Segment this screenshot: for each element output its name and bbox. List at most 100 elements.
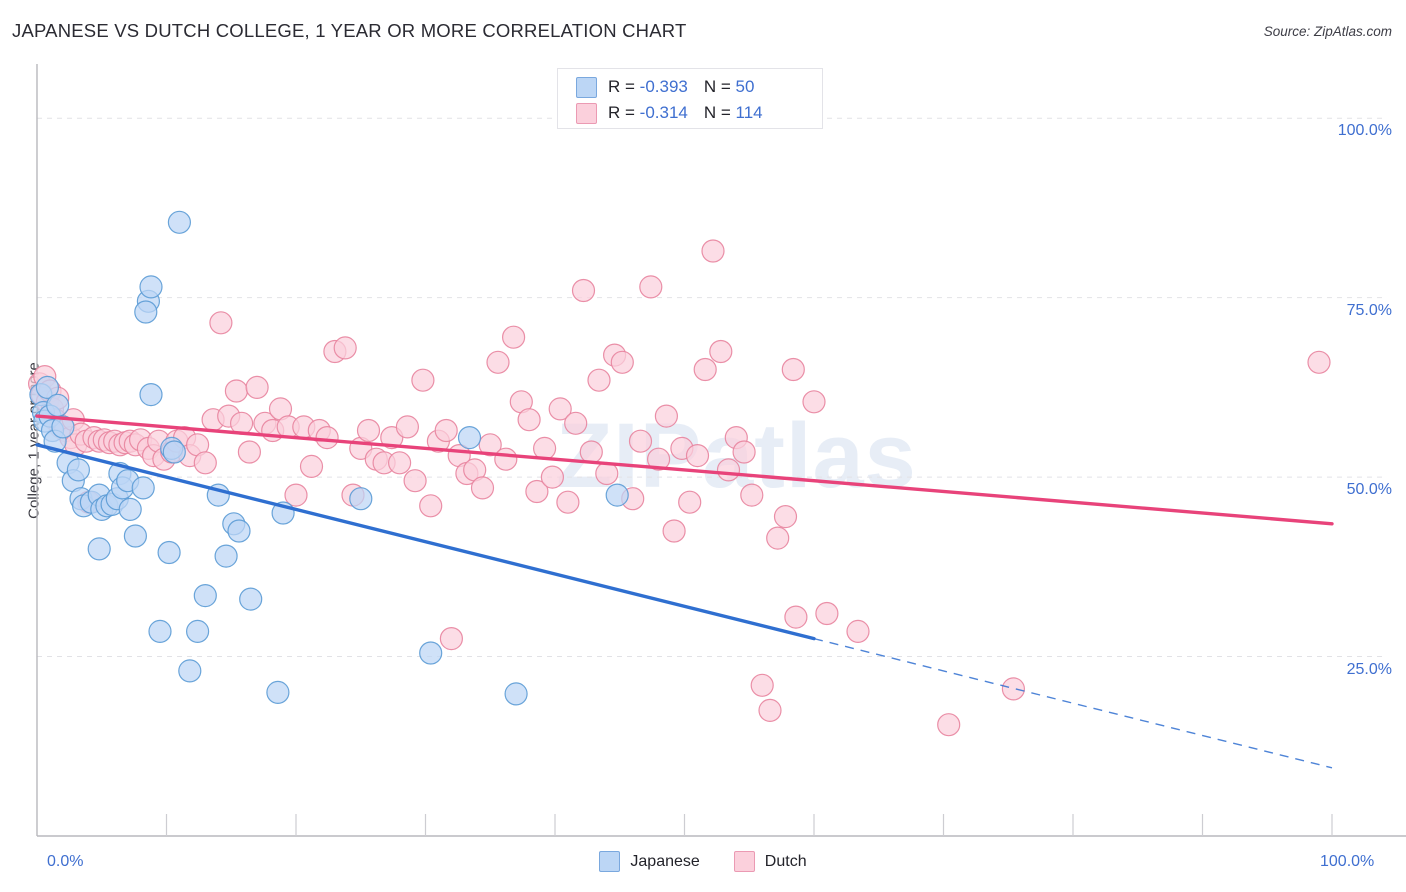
legend-label-japanese: Japanese: [630, 852, 700, 870]
data-point: [486, 350, 510, 374]
data-point: [571, 278, 596, 303]
data-point: [239, 587, 263, 611]
data-point: [157, 540, 181, 565]
stats-row-dutch: R = -0.314 N = 114: [558, 100, 822, 126]
data-point: [395, 415, 419, 439]
y-tick-label: 25.0%: [1346, 660, 1392, 678]
data-point: [87, 537, 111, 561]
plot-area: [27, 64, 1406, 837]
data-point: [937, 713, 961, 737]
data-point: [685, 444, 710, 468]
data-point: [716, 458, 741, 482]
data-point: [419, 494, 443, 518]
data-point: [193, 583, 217, 608]
data-point: [388, 451, 412, 475]
stat-text-japanese: R = -0.393 N = 50: [608, 77, 754, 97]
data-point: [224, 379, 248, 403]
data-point: [587, 368, 611, 392]
data-point: [403, 469, 427, 493]
data-point: [46, 393, 70, 417]
legend-swatch-dutch: [733, 851, 755, 872]
data-point: [193, 451, 217, 475]
trendline-japanese: [35, 443, 816, 641]
correlation-chart: JAPANESE VS DUTCH COLLEGE, 1 YEAR OR MOR…: [0, 0, 1406, 892]
data-point: [678, 490, 702, 514]
n-label-japanese: N =: [703, 77, 736, 96]
data-point: [504, 682, 528, 706]
data-point: [457, 426, 482, 450]
data-point: [605, 483, 629, 507]
data-point: [639, 275, 663, 299]
stat-text-dutch: R = -0.314 N = 114: [608, 103, 763, 123]
legend-entry-japanese[interactable]: Japanese: [599, 851, 700, 872]
data-point: [162, 440, 186, 464]
y-tick-label: 75.0%: [1346, 301, 1392, 319]
data-point: [411, 368, 435, 392]
data-point: [556, 490, 580, 514]
data-point: [66, 458, 91, 482]
data-point: [139, 383, 163, 407]
data-point: [654, 404, 679, 428]
data-point: [186, 619, 210, 644]
data-point: [701, 239, 725, 263]
data-point: [1307, 350, 1331, 374]
data-point: [227, 519, 251, 543]
data-point: [579, 440, 603, 464]
data-point: [802, 390, 826, 414]
data-point: [773, 504, 798, 529]
data-point: [662, 519, 686, 543]
trendline-japanese-extrapolated: [813, 637, 1333, 769]
data-point: [610, 350, 634, 374]
data-point: [434, 418, 458, 443]
series-legend: Japanese Dutch: [0, 851, 1406, 872]
data-point: [564, 411, 588, 435]
data-point: [470, 476, 495, 500]
data-point: [118, 497, 142, 521]
stats-row-japanese: R = -0.393 N = 50: [558, 74, 822, 100]
data-point: [123, 524, 147, 548]
data-point: [266, 680, 290, 705]
data-point: [419, 641, 443, 665]
data-point: [781, 357, 805, 382]
correlation-stats-box: R = -0.393 N = 50 R = -0.314 N = 114: [557, 68, 823, 129]
data-point: [693, 357, 717, 382]
legend-entry-dutch[interactable]: Dutch: [733, 851, 807, 872]
data-point: [494, 447, 518, 471]
data-point: [517, 408, 541, 432]
n-value-dutch: 114: [735, 103, 763, 122]
data-point: [846, 619, 870, 644]
data-point: [245, 375, 269, 399]
data-point: [131, 476, 155, 500]
legend-swatch-japanese: [599, 851, 621, 872]
data-point: [628, 429, 653, 453]
r-label-japanese: R =: [608, 77, 640, 96]
data-point: [299, 454, 324, 478]
legend-label-dutch: Dutch: [764, 852, 807, 870]
data-point: [784, 605, 808, 629]
data-point: [732, 440, 756, 464]
data-point: [214, 544, 238, 568]
data-point: [148, 619, 172, 644]
series-swatch-dutch: [576, 102, 597, 124]
data-point: [501, 325, 526, 349]
data-point: [356, 418, 381, 443]
data-point: [134, 300, 158, 324]
r-label-dutch: R =: [608, 103, 640, 122]
r-value-dutch: -0.314: [639, 103, 688, 122]
data-point: [815, 601, 839, 626]
data-point: [1001, 677, 1026, 701]
series-swatch-japanese: [576, 76, 597, 98]
data-point: [315, 426, 339, 450]
r-value-japanese: -0.393: [639, 77, 688, 96]
data-point: [209, 311, 233, 335]
data-point: [139, 275, 163, 299]
n-label-dutch: N =: [703, 103, 736, 122]
y-tick-label: 100.0%: [1337, 122, 1392, 140]
data-point: [237, 440, 261, 464]
data-point: [540, 465, 565, 489]
data-point: [333, 336, 357, 360]
data-point: [766, 526, 790, 550]
n-value-japanese: 50: [735, 77, 755, 96]
data-point: [750, 673, 774, 697]
data-point: [439, 626, 463, 651]
